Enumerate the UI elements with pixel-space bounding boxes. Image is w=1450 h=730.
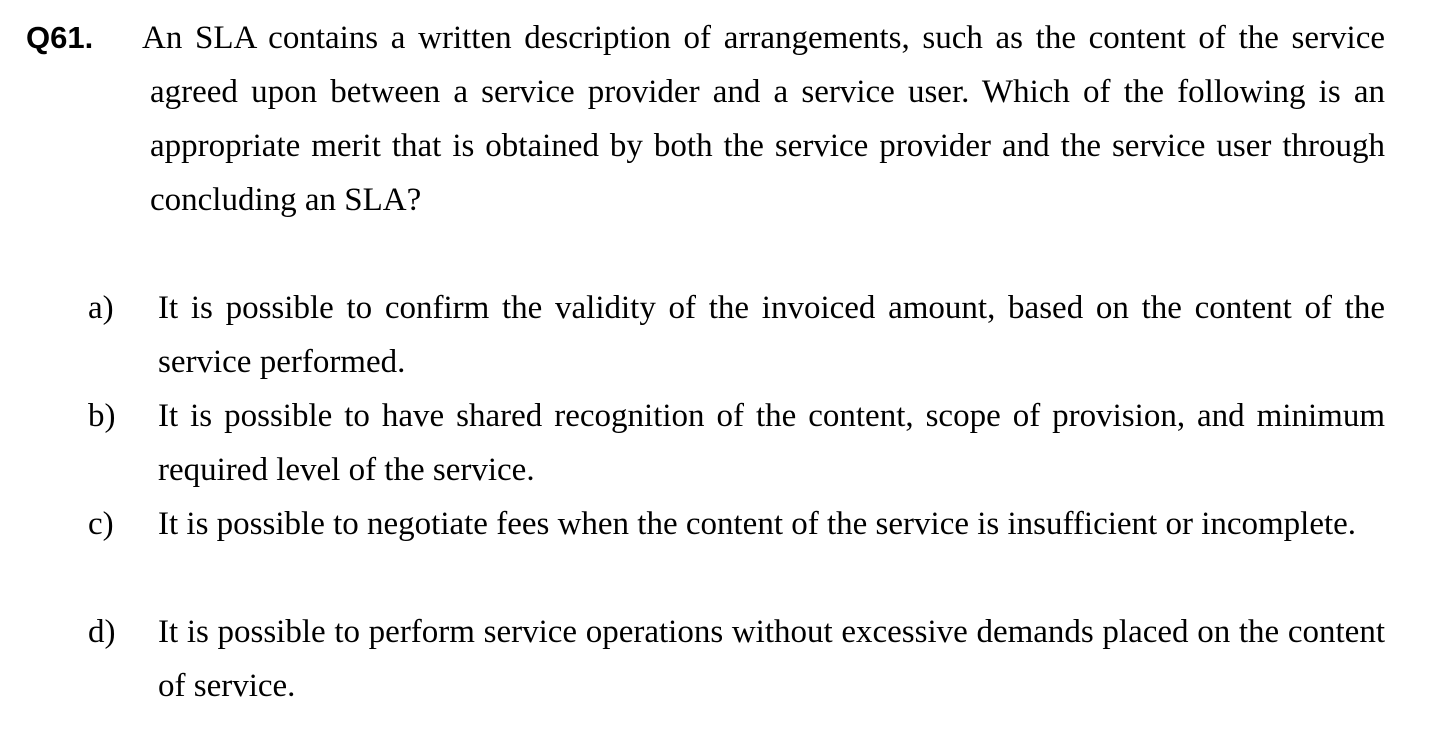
option-label: b): [88, 398, 116, 434]
option-label: a): [88, 290, 114, 326]
option-c: c) It is possible to negotiate fees when…: [0, 497, 1450, 605]
answer-options: a) It is possible to confirm the validit…: [0, 281, 1450, 713]
option-d: d) It is possible to perform service ope…: [0, 605, 1450, 713]
option-label: c): [88, 506, 114, 542]
question-stem: An SLA contains a written description of…: [142, 20, 1385, 218]
question-number: Q61.: [26, 20, 94, 55]
option-text: It is possible to have shared recognitio…: [158, 398, 1385, 488]
option-b: b) It is possible to have shared recogni…: [0, 389, 1450, 497]
option-text: It is possible to confirm the validity o…: [158, 290, 1385, 380]
question-page: Q61. An SLA contains a written descripti…: [0, 0, 1450, 730]
option-text: It is possible to negotiate fees when th…: [158, 506, 1357, 542]
option-label: d): [88, 614, 116, 650]
option-text: It is possible to perform service operat…: [158, 614, 1385, 704]
option-a: a) It is possible to confirm the validit…: [0, 281, 1450, 389]
